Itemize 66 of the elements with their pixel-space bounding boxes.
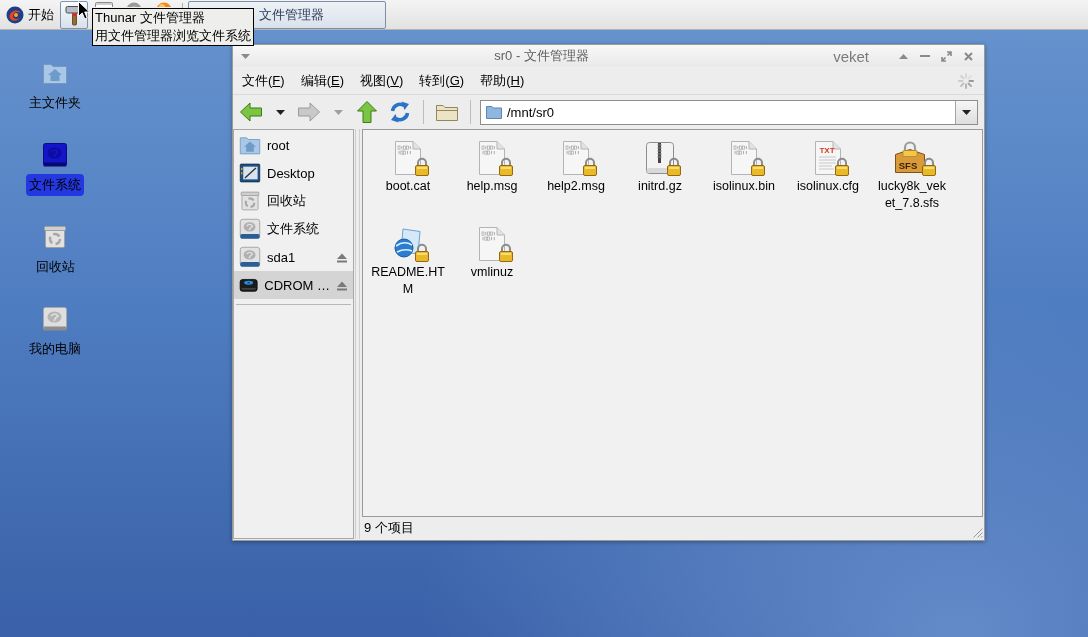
binary-file-icon [477, 141, 507, 175]
drive-icon[interactable] [42, 306, 68, 332]
file-name[interactable]: README.HTM [370, 264, 446, 298]
binary-file-icon [729, 141, 759, 175]
eject-icon[interactable] [336, 279, 348, 291]
trash-icon[interactable] [42, 224, 68, 250]
spinner-icon [958, 72, 974, 89]
folder-icon [435, 102, 459, 122]
archive-file-icon [645, 141, 675, 175]
menu-item[interactable]: 帮助(H) [472, 68, 533, 93]
file-name[interactable]: vmlinuz [469, 264, 515, 281]
menu-item[interactable]: 视图(V) [352, 68, 412, 93]
text-file-icon: TXT [813, 141, 843, 175]
web-page-icon [393, 227, 423, 261]
desktop-icon-label[interactable]: 主文件夹 [26, 92, 84, 114]
binary-file-icon [477, 227, 507, 261]
desktop-icon-label[interactable]: 回收站 [32, 256, 78, 278]
reload-icon [388, 100, 412, 124]
folder-icon [486, 105, 502, 119]
status-text: 9 个项目 [364, 519, 414, 537]
caret-down-icon [275, 109, 285, 115]
caret-up-icon [899, 53, 908, 59]
location-field[interactable]: /mnt/sr0 [480, 99, 978, 125]
file-name[interactable]: help.msg [465, 178, 519, 195]
eject-icon[interactable] [336, 251, 348, 263]
start-button[interactable]: 开始 [2, 1, 58, 28]
theme-label: veket [833, 47, 869, 65]
tooltip-text: 用文件管理器浏览文件系统 [95, 27, 251, 45]
mouse-pointer-icon [78, 1, 90, 20]
minimize-icon [920, 55, 930, 57]
caret-down-icon [962, 109, 971, 115]
left-arrow-icon [239, 101, 263, 123]
location-dropdown-button[interactable] [955, 100, 977, 124]
file-name[interactable]: boot.cat [384, 178, 432, 195]
trash-icon [239, 190, 261, 212]
window-title: sr0 - 文件管理器 [493, 47, 590, 65]
sidebar-item[interactable]: Desktop [234, 159, 353, 187]
sidebar-item[interactable]: 文件系统 [234, 215, 353, 243]
window-menu-icon[interactable] [241, 53, 250, 59]
drive-icon[interactable] [42, 142, 68, 168]
desktop-icon-label[interactable]: 我的电脑 [26, 338, 84, 360]
file-name[interactable]: isolinux.bin [712, 178, 776, 195]
sidebar-item[interactable]: root [234, 131, 353, 159]
sidebar-item[interactable]: sda1 [234, 243, 353, 271]
close-icon [963, 51, 973, 61]
desktop-icon [239, 162, 261, 184]
file-name[interactable]: initrd.gz [637, 178, 683, 195]
menu-item[interactable]: 文件(F) [234, 68, 293, 93]
home-folder-icon [239, 134, 261, 156]
file-name[interactable]: help2.msg [546, 178, 606, 195]
file-name[interactable]: lucky8k_veket_7.8.sfs [874, 178, 950, 212]
sidebar-item[interactable]: CDROM … [234, 271, 353, 299]
file-name[interactable]: isolinux.cfg [796, 178, 860, 195]
menu-item[interactable]: 转到(G) [411, 68, 473, 93]
sidebar-item[interactable]: 回收站 [234, 187, 353, 215]
drive-icon [239, 246, 261, 268]
binary-file-icon [393, 141, 423, 175]
right-arrow-icon [297, 101, 321, 123]
swirl-logo-icon [6, 5, 24, 24]
caret-down-icon [333, 109, 343, 115]
menu-item[interactable]: 编辑(E) [292, 68, 352, 93]
resize-grip-icon[interactable] [971, 526, 983, 538]
up-arrow-icon [356, 100, 378, 124]
drive-icon [239, 218, 261, 240]
binary-file-icon [561, 141, 591, 175]
maximize-icon [941, 50, 952, 62]
